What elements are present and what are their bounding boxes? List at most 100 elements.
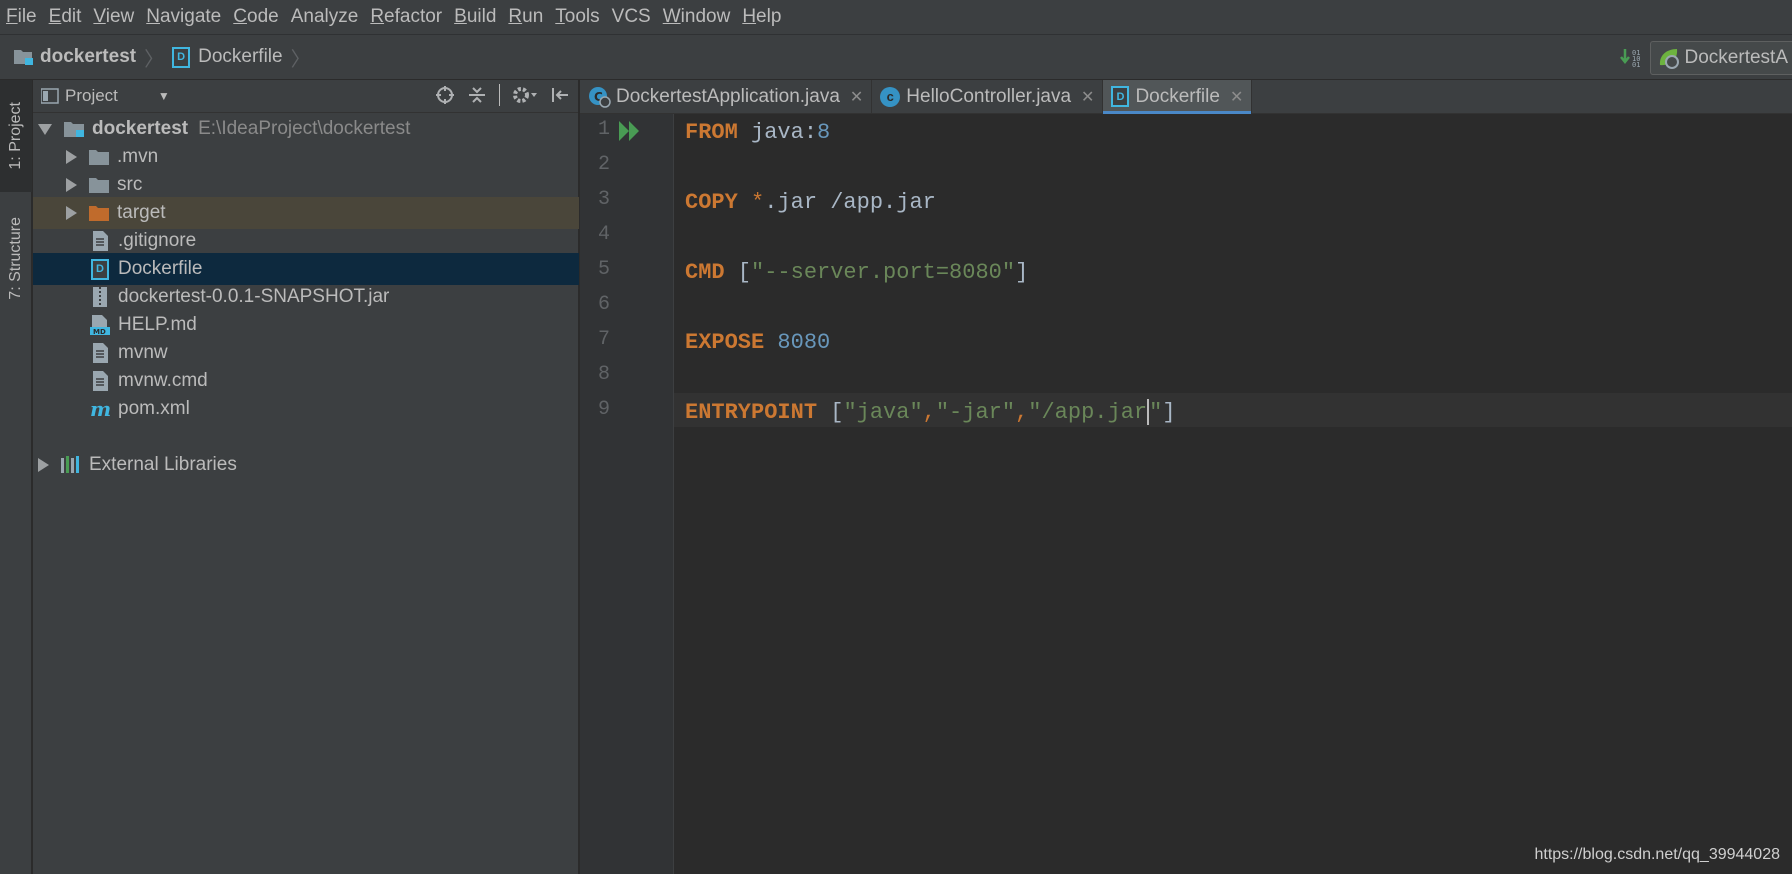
breadcrumb-project-label: dockertest [40,46,137,67]
menu-bar: File Edit View Navigate Code Analyze Refactor B… [0,0,1792,34]
tool-window-tab-structure-label: 7: Structure [7,216,24,300]
breadcrumb-project[interactable]: dockertest [14,46,136,68]
run-gutter-icon[interactable] [618,120,642,142]
text-file-icon [93,343,108,363]
hide-panel-icon[interactable] [550,85,570,105]
project-folder-icon [14,50,33,65]
tree-root-label: dockertest [92,118,189,139]
menu-item-navigate[interactable]: Navigate [140,0,227,34]
chevron-down-icon[interactable] [38,123,52,135]
menu-item-code[interactable]: Code [227,0,284,34]
code-string: "-jar" [935,400,1016,425]
tree-item-label: dockertest-0.0.1-SNAPSHOT.jar [118,286,390,307]
menu-item-refactor[interactable]: Refactor [364,0,448,34]
tree-item-label: mvnw.cmd [118,370,208,391]
menu-item-tools[interactable]: Tools [549,0,605,34]
menu-label: elp [756,6,782,27]
tree-row-external-libraries[interactable]: External Libraries [33,449,579,481]
watermark-text: https://blog.csdn.net/qq_39944028 [1534,846,1780,863]
project-view-label[interactable]: Project [65,86,118,106]
code-string: "--server.port=8080" [751,260,1016,285]
spring-boot-icon [1659,49,1679,69]
collapse-all-icon[interactable] [467,85,487,105]
tree-item-label: .gitignore [118,230,197,251]
menu-mnemonic: V [93,6,106,27]
menu-item-view[interactable]: View [87,0,140,34]
code-keyword: COPY [685,190,738,215]
vcs-update-icon[interactable]: 01 10 01 [1619,47,1642,69]
menu-mnemonic: T [555,6,565,27]
code-line-5[interactable]: CMD ["--server.port=8080"] [685,256,1028,290]
editor-tab-label: HelloController.java [906,85,1072,107]
menu-label: ools [564,6,600,27]
breadcrumb-file-label: Dockerfile [198,46,283,67]
tool-window-tab-project-label: 1: Project [7,102,24,170]
svg-text:MD: MD [93,328,106,335]
chevron-right-icon[interactable] [66,150,77,164]
run-configuration-selector[interactable]: DockertestA [1649,41,1792,75]
docker-file-icon: D [91,258,109,280]
menu-item-vcs[interactable]: VCS [606,0,657,34]
breadcrumb-file[interactable]: D Dockerfile [172,46,283,68]
code-string: "java" [843,400,923,425]
chevron-right-icon[interactable] [38,458,49,472]
close-icon[interactable]: ✕ [1230,87,1243,107]
code-line-9[interactable]: ENTRYPOINT ["java","-jar","/app.jar"] [685,396,1176,430]
menu-item-help[interactable]: Help [736,0,787,34]
code-string: "/app.jar [1028,400,1148,425]
tool-window-tab-project[interactable]: 1: Project [0,80,32,192]
menu-mnemonic: F [6,6,18,27]
menu-item-run[interactable]: Run [502,0,549,34]
close-icon[interactable]: ✕ [850,87,863,107]
code-comma: , [922,400,936,425]
tree-item-label: pom.xml [118,398,190,419]
spring-boot-class-icon: C [589,86,611,108]
code-line-3[interactable]: COPY *.jar /app.jar [685,186,936,220]
libraries-icon [61,456,79,473]
code-number: 8 [817,120,831,145]
menu-label: VCS [611,6,651,27]
menu-mnemonic: C [233,6,247,27]
menu-item-analyze[interactable]: Analyze [285,0,365,34]
editor-area[interactable] [674,114,1792,874]
line-number: 6 [597,293,610,316]
breadcrumb-separator-icon: 〉 [144,48,165,71]
code-text: [ [724,260,752,285]
menu-label: ile [17,6,37,27]
menu-mnemonic: R [508,6,523,27]
menu-item-edit[interactable]: Edit [43,0,88,34]
editor-tab-label: Dockerfile [1135,85,1220,107]
menu-label: indow [680,6,731,27]
chevron-down-icon[interactable]: ▼ [158,89,170,103]
locate-icon[interactable] [435,85,455,105]
docker-file-icon: D [172,46,191,68]
menu-mnemonic: N [146,6,160,27]
maven-pom-icon: m [90,399,110,419]
code-keyword: EXPOSE [685,330,765,355]
line-number: 7 [597,328,610,351]
toolbar-divider [499,84,500,106]
menu-item-build[interactable]: Build [448,0,502,34]
menu-label: efactor [384,6,443,27]
chevron-right-icon[interactable] [66,206,77,220]
chevron-right-icon[interactable] [66,178,77,192]
editor-tab-hellocontroller-java[interactable]: c HelloController.java ✕ [872,80,1104,113]
tool-window-tab-structure[interactable]: 7: Structure [0,198,32,318]
tree-item-label: Dockerfile [118,258,203,279]
editor-tab-dockerfile[interactable]: D Dockerfile ✕ [1103,80,1253,114]
code-keyword: CMD [685,260,725,285]
code-line-1[interactable]: FROM java:8 [685,116,830,150]
menu-item-window[interactable]: Window [657,0,737,34]
code-text: [ [817,400,844,425]
markdown-file-icon: MD [90,315,110,335]
tree-item-label: .mvn [117,146,159,167]
close-icon[interactable]: ✕ [1081,87,1094,107]
menu-mnemonic: W [662,6,681,27]
menu-item-file[interactable]: File [0,0,43,34]
editor-tab-dockertestapplication-java[interactable]: C DockertestApplication.java ✕ [580,80,873,113]
gear-icon[interactable] [512,85,538,105]
tree-row-pom-xml[interactable]: m pom.xml [33,393,579,425]
code-line-7[interactable]: EXPOSE 8080 [685,326,830,360]
code-string: " [1149,400,1163,425]
tree-item-label: target [117,202,166,223]
